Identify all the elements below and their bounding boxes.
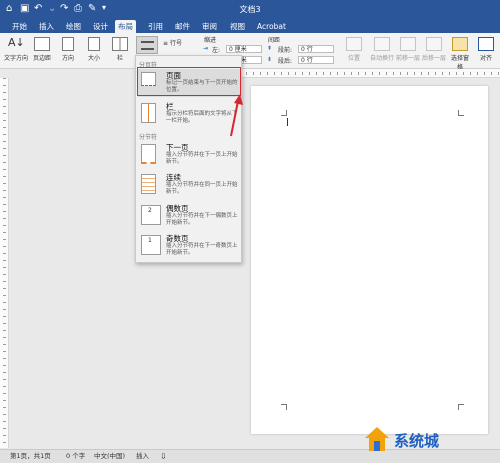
tab-home[interactable]: 开始 xyxy=(9,20,30,33)
section-breaks-header: 分节符 xyxy=(139,134,158,141)
columns-icon xyxy=(112,37,128,51)
tab-view[interactable]: 视图 xyxy=(227,20,248,33)
spacing-before-label: 段前: xyxy=(278,47,293,54)
indent-left-icon: ⇥ xyxy=(203,45,209,52)
breaks-button[interactable] xyxy=(136,36,158,54)
wrap-text-icon xyxy=(374,37,390,51)
position-button[interactable]: 位置 xyxy=(344,37,364,62)
send-backward-icon xyxy=(426,37,442,51)
tab-references[interactable]: 引用 xyxy=(145,20,166,33)
tab-draw[interactable]: 绘图 xyxy=(63,20,84,33)
spacing-label: 间距 xyxy=(268,37,281,44)
layout-ribbon: A↓ 文字方向 页边距 方向 大小 栏 ≡ 行号 缩进 ⇥ 左: 0 厘米 ⇤ … xyxy=(0,33,500,71)
word-count[interactable]: 0 个字 xyxy=(66,450,85,463)
position-icon xyxy=(346,37,362,51)
orientation-icon xyxy=(62,37,74,51)
tab-insert[interactable]: 插入 xyxy=(36,20,57,33)
annotation-arrow-icon xyxy=(230,94,243,137)
continuous-icon xyxy=(141,174,156,194)
wrap-text-button[interactable]: 自动换行 xyxy=(370,37,394,62)
tab-acrobat[interactable]: Acrobat xyxy=(254,20,289,33)
spacing-after-field[interactable]: 0 行 xyxy=(298,56,334,64)
page-corner-mark xyxy=(458,404,464,410)
menu-item-even-page[interactable]: 2 偶数页 插入分节符并在下一偶数页上开始新节。 xyxy=(138,202,240,230)
selection-pane-button[interactable]: 选择窗格 xyxy=(450,37,470,71)
input-mode[interactable]: 插入 xyxy=(136,450,149,463)
page-corner-mark xyxy=(281,110,287,116)
size-icon xyxy=(88,37,100,51)
watermark-logo: 系统城 xyxy=(360,420,495,460)
columns-button[interactable]: 栏 xyxy=(110,37,130,62)
document-page[interactable] xyxy=(251,86,488,434)
selection-pane-icon xyxy=(452,37,468,51)
tab-layout[interactable]: 布局 xyxy=(115,20,136,33)
tab-review[interactable]: 审阅 xyxy=(199,20,220,33)
horizontal-ruler[interactable] xyxy=(232,69,500,78)
vertical-ruler[interactable] xyxy=(0,78,9,448)
line-numbers-button[interactable]: ≡ 行号 xyxy=(163,38,182,47)
tab-mailings[interactable]: 邮件 xyxy=(172,20,193,33)
house-logo-icon xyxy=(365,427,389,451)
margins-icon xyxy=(34,37,50,51)
even-page-icon: 2 xyxy=(141,205,161,225)
page-count[interactable]: 第1页，共1页 xyxy=(10,450,51,463)
indent-label: 缩进 xyxy=(204,37,217,44)
align-icon xyxy=(478,37,494,51)
tab-design[interactable]: 设计 xyxy=(90,20,111,33)
menu-item-continuous[interactable]: 连续 插入分节符并在同一页上开始新节。 xyxy=(138,171,240,199)
column-break-icon xyxy=(141,103,156,123)
orientation-button[interactable]: 方向 xyxy=(58,37,78,62)
page-corner-mark xyxy=(281,404,287,410)
track-changes-icon[interactable]: ⇩ xyxy=(160,450,167,463)
margins-button[interactable]: 页边距 xyxy=(32,37,52,62)
language[interactable]: 中文(中国) xyxy=(94,450,125,463)
spacing-after-label: 段后: xyxy=(278,58,293,65)
spacing-after-icon: ⇟ xyxy=(267,56,273,63)
bring-forward-icon xyxy=(400,37,416,51)
bring-forward-button[interactable]: 前移一层 xyxy=(396,37,420,62)
odd-page-icon: 1 xyxy=(141,235,161,255)
size-button[interactable]: 大小 xyxy=(84,37,104,62)
title-bar: ⌂ ▣ ↶ ⌄ ↷ ⎙ ✎ ▾ 文档3 xyxy=(0,0,500,19)
indent-left-field[interactable]: 0 厘米 xyxy=(226,45,262,53)
watermark-text: 系统城 xyxy=(394,432,440,450)
page-corner-mark xyxy=(458,110,464,116)
next-page-icon xyxy=(141,144,156,164)
document-title: 文档3 xyxy=(239,5,261,14)
breaks-icon xyxy=(141,41,154,50)
menu-item-next-page[interactable]: 下一页 插入分节符并在下一页上开始新节。 xyxy=(138,141,240,169)
spacing-before-field[interactable]: 0 行 xyxy=(298,45,334,53)
text-cursor xyxy=(287,118,288,126)
align-button[interactable]: 对齐 xyxy=(476,37,496,62)
ribbon-tabs: 开始 插入 绘图 设计 布局 引用 邮件 审阅 视图 Acrobat xyxy=(0,19,500,33)
line-numbers-icon: ≡ xyxy=(163,40,169,47)
text-direction-button[interactable]: A↓ 文字方向 xyxy=(4,36,28,63)
text-direction-icon: A↓ xyxy=(8,36,25,49)
menu-item-odd-page[interactable]: 1 奇数页 插入分节符并在下一奇数页上开始新节。 xyxy=(138,232,240,260)
spacing-before-icon: ⇞ xyxy=(267,45,273,52)
indent-left-label: 左: xyxy=(212,47,221,54)
send-backward-button[interactable]: 后移一层 xyxy=(422,37,446,62)
